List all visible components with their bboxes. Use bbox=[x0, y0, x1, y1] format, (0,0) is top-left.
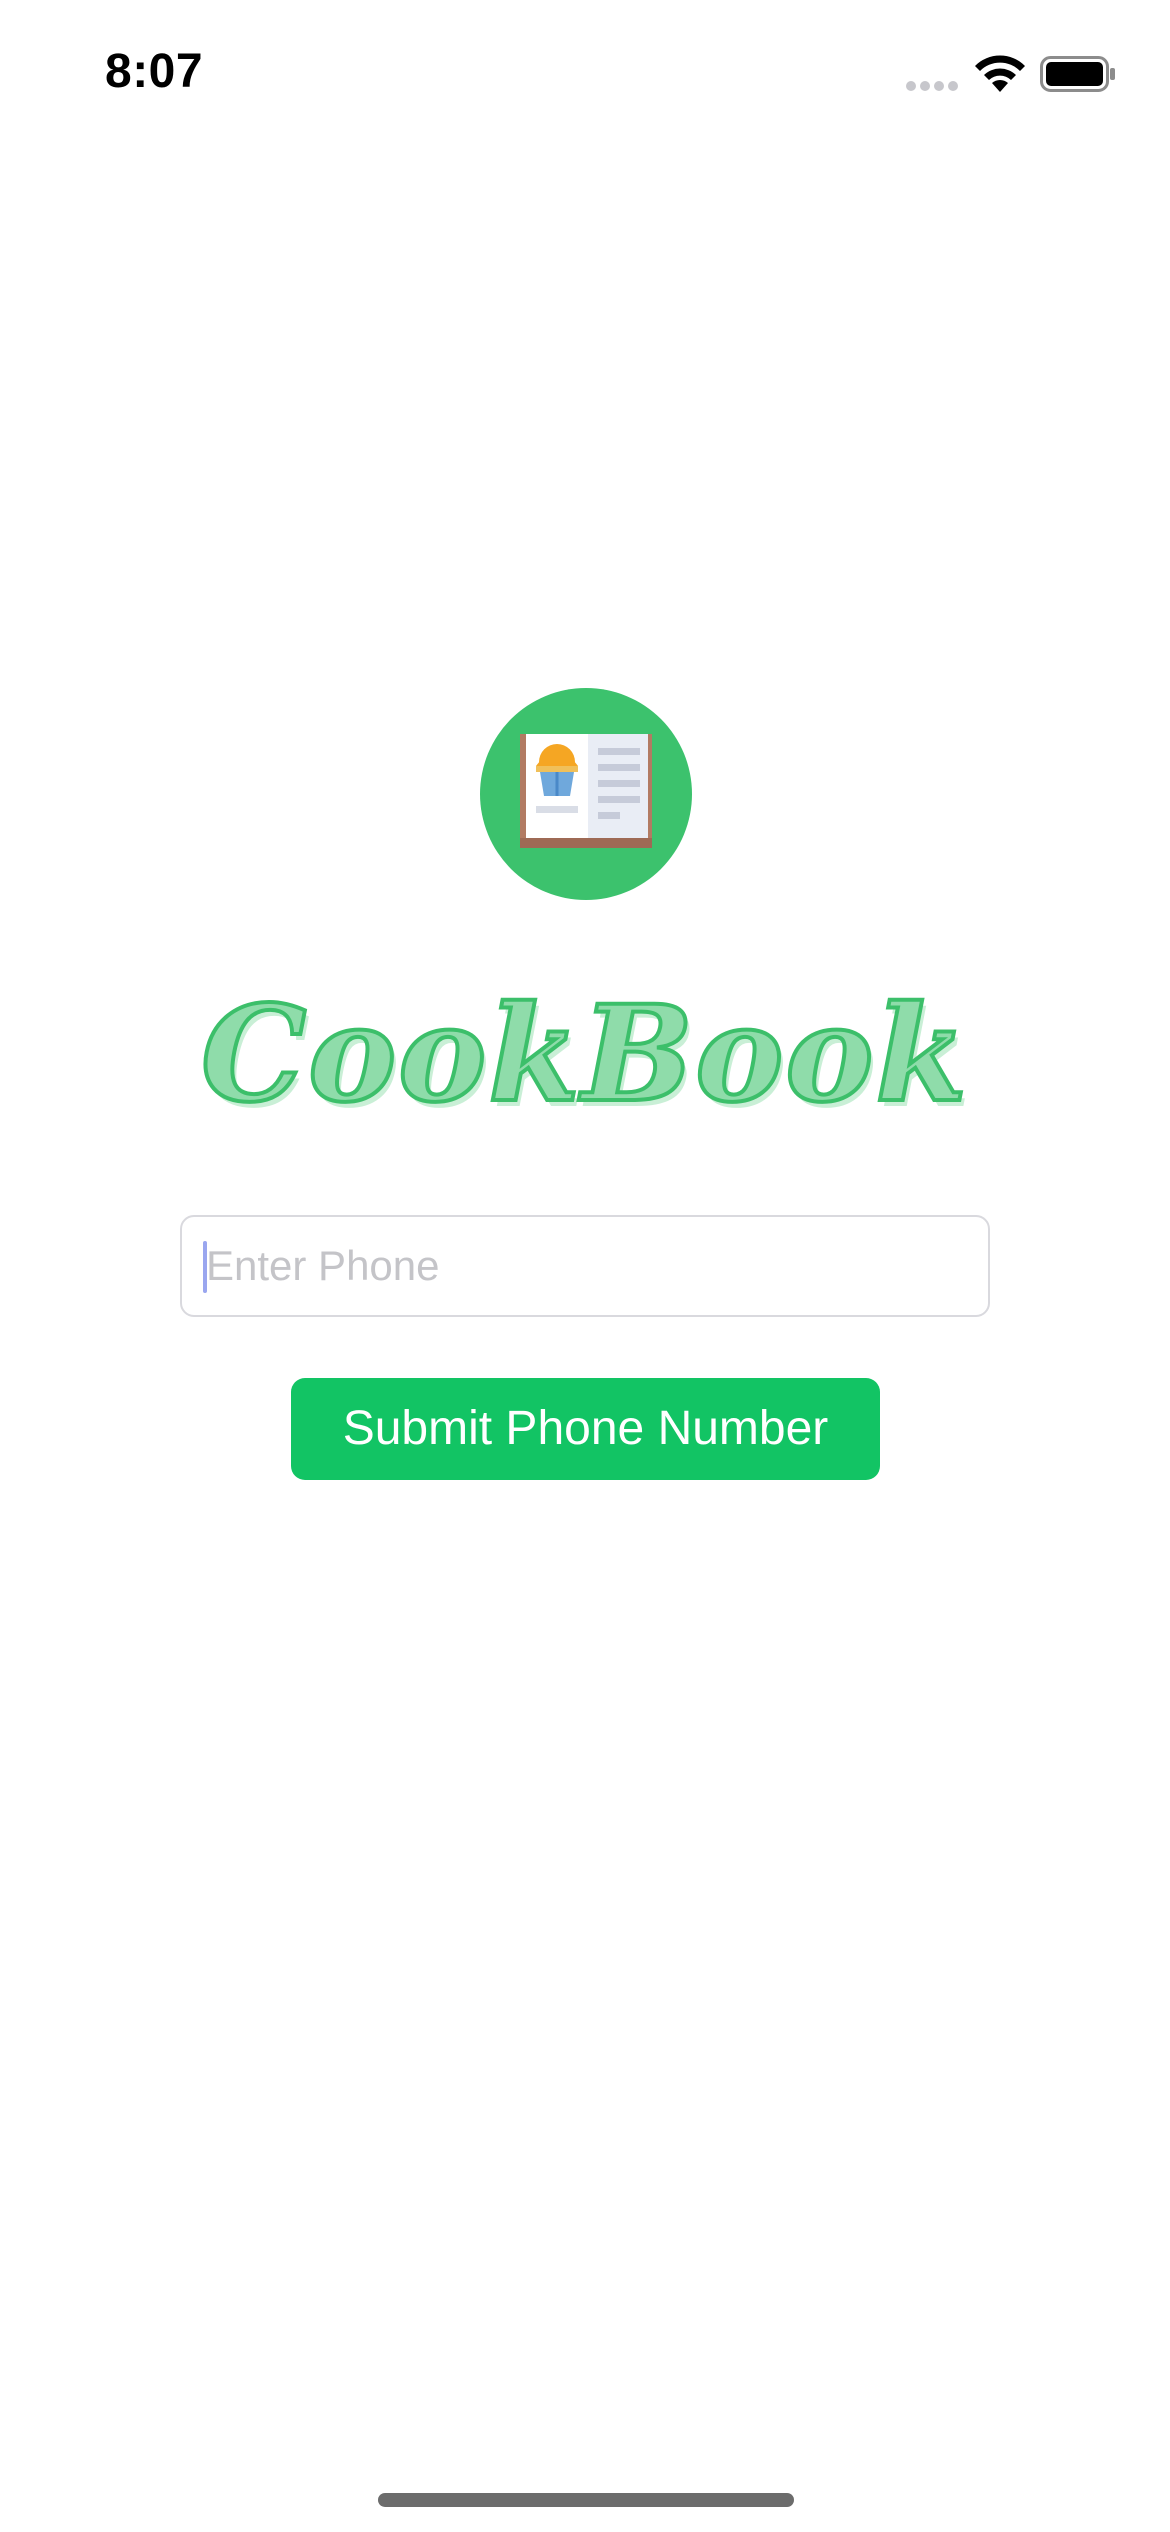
cookbook-icon bbox=[520, 734, 652, 848]
status-bar: 8:07 bbox=[0, 0, 1170, 150]
app-title: CookBook bbox=[199, 975, 969, 1134]
phone-input-placeholder: Enter Phone bbox=[206, 1242, 440, 1289]
battery-icon bbox=[1040, 56, 1115, 92]
wifi-icon bbox=[975, 55, 1025, 92]
app-logo bbox=[480, 688, 692, 900]
signal-icon bbox=[906, 81, 958, 91]
submit-phone-button[interactable]: Submit Phone Number bbox=[291, 1378, 880, 1480]
status-time: 8:07 bbox=[105, 45, 204, 98]
home-indicator[interactable] bbox=[378, 2493, 794, 2507]
phone-input[interactable]: Enter Phone bbox=[180, 1215, 990, 1317]
